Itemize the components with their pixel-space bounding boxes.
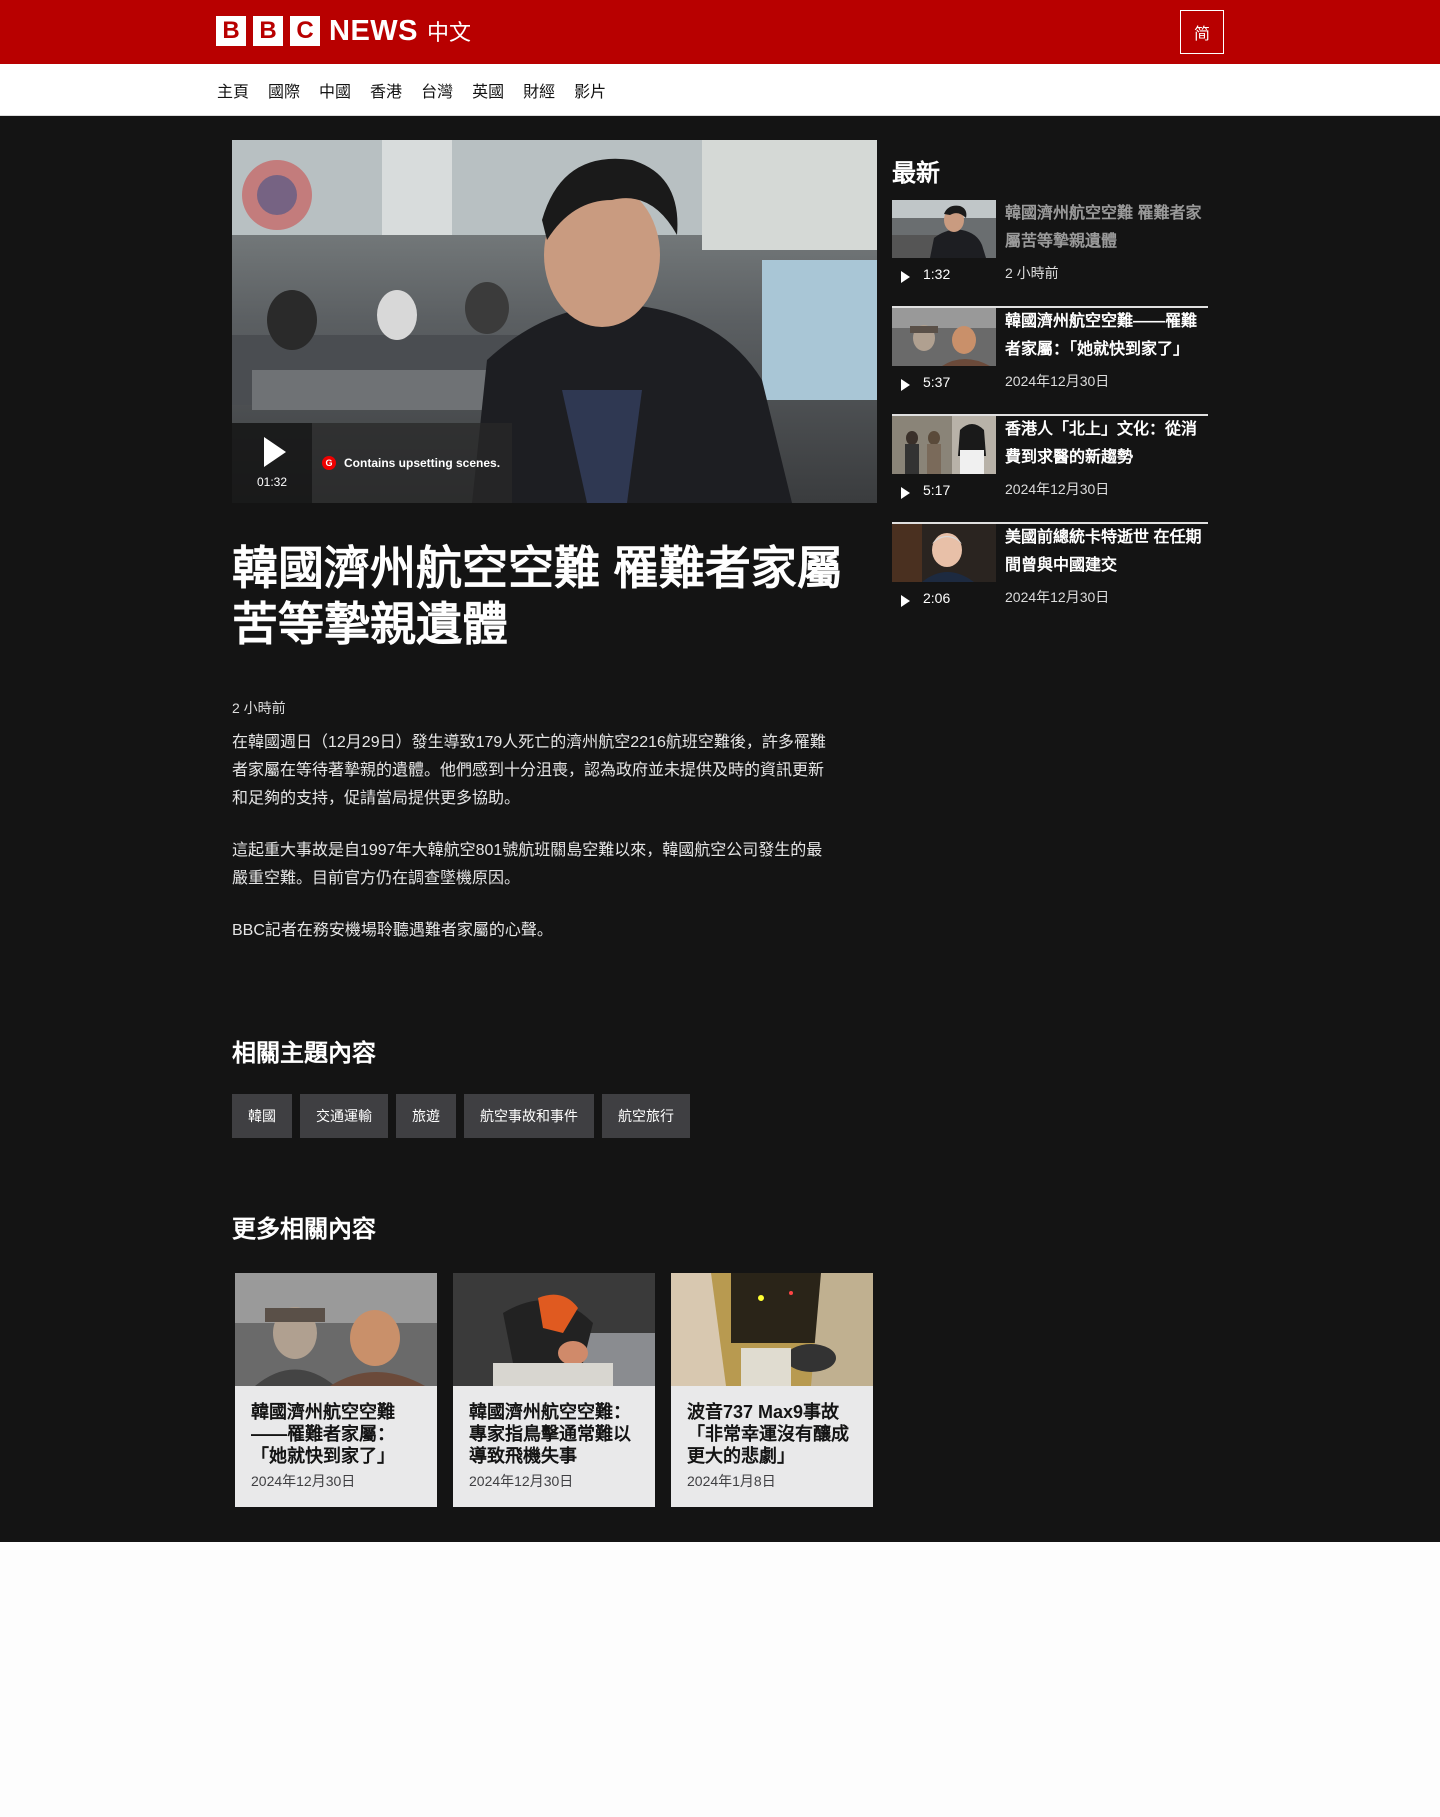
card-thumbnail [671, 1273, 873, 1386]
logo-letter: C [290, 16, 320, 46]
topic-tags: 韓國 交通運輸 旅遊 航空事故和事件 航空旅行 [232, 1094, 698, 1138]
latest-video-item[interactable]: 5:37 韓國濟州航空空難——罹難者家屬：「她就快到家了」 2024年12月30… [892, 308, 1208, 416]
logo-letter: B [253, 16, 283, 46]
card-thumbnail [453, 1273, 655, 1386]
play-icon [901, 379, 910, 391]
video-thumbnail [892, 200, 996, 258]
nav-item[interactable]: 中國 [319, 78, 351, 102]
article-headline: 韓國濟州航空空難 罹難者家屬苦等摯親遺體 [232, 542, 843, 650]
video-duration: 5:37 [923, 374, 951, 390]
latest-video-list: 1:32 韓國濟州航空空難 罹難者家屬苦等摯親遺體 2 小時前 5:37 韓國濟… [892, 200, 1208, 632]
play-icon [901, 487, 910, 499]
video-duration: 1:32 [923, 266, 951, 282]
topic-tag[interactable]: 航空事故和事件 [464, 1094, 594, 1138]
video-title: 美國前總統卡特逝世 在任期間曾與中國建交 [1005, 529, 1202, 574]
latest-video-item[interactable]: 1:32 韓國濟州航空空難 罹難者家屬苦等摯親遺體 2 小時前 [892, 200, 1208, 308]
video-title: 韓國濟州航空空難 罹難者家屬苦等摯親遺體 [1005, 205, 1202, 250]
card-title: 韓國濟州航空空難——罹難者家屬：「她就快到家了」 [251, 1402, 395, 1466]
logo-news-text: NEWS [329, 14, 418, 47]
related-card[interactable]: 韓國濟州航空空難——罹難者家屬：「她就快到家了」 2024年12月30日 [235, 1273, 437, 1507]
related-card[interactable]: 波音737 Max9事故「非常幸運沒有釀成更大的悲劇」 2024年1月8日 [671, 1273, 873, 1507]
topic-tag[interactable]: 韓國 [232, 1094, 292, 1138]
logo-letter: B [216, 16, 246, 46]
video-thumbnail [892, 416, 996, 474]
latest-heading: 最新 [892, 160, 940, 187]
nav-item[interactable]: 財經 [523, 78, 555, 102]
card-date: 2024年1月8日 [687, 1473, 776, 1489]
video-thumbnail [892, 308, 996, 366]
nav-item[interactable]: 影片 [574, 78, 606, 102]
related-topics-heading: 相關主題內容 [232, 1040, 376, 1067]
simplified-chinese-toggle-button[interactable]: 简 [1180, 10, 1224, 54]
play-icon [901, 595, 910, 607]
video-title: 韓國濟州航空空難——罹難者家屬：「她就快到家了」 [1005, 313, 1198, 358]
nav-list: 主頁 國際 中國 香港 台灣 英國 財經 影片 [217, 64, 625, 116]
nav-item[interactable]: 國際 [268, 78, 300, 102]
related-cards: 韓國濟州航空空難——罹難者家屬：「她就快到家了」 2024年12月30日 韓國濟… [235, 1273, 889, 1507]
related-card[interactable]: 韓國濟州航空空難：專家指鳥擊通常難以導致飛機失事 2024年12月30日 [453, 1273, 655, 1507]
main-navigation: 主頁 國際 中國 香港 台灣 英國 財經 影片 [0, 64, 1440, 116]
video-player[interactable]: 01:32 G Contains upsetting scenes. [232, 140, 877, 503]
topic-tag[interactable]: 旅遊 [396, 1094, 456, 1138]
card-title: 韓國濟州航空空難：專家指鳥擊通常難以導致飛機失事 [469, 1402, 631, 1466]
card-date: 2024年12月30日 [251, 1473, 356, 1489]
video-date: 2 小時前 [1005, 265, 1059, 281]
nav-item[interactable]: 主頁 [217, 78, 249, 102]
video-duration: 5:17 [923, 482, 951, 498]
article-paragraph: 在韓國週日（12月29日）發生導致179人死亡的濟州航空2216航班空難後，許多… [232, 734, 826, 807]
guidance-icon: G [322, 456, 336, 470]
bbc-news-logo[interactable]: B B C NEWS 中文 [216, 14, 472, 47]
video-date: 2024年12月30日 [1005, 373, 1110, 389]
video-duration: 01:32 [256, 475, 288, 489]
video-duration: 2:06 [923, 590, 951, 606]
article-timestamp: 2 小時前 [232, 700, 286, 716]
topic-tag[interactable]: 航空旅行 [602, 1094, 690, 1138]
top-banner: B B C NEWS 中文 简 [0, 0, 1440, 64]
nav-item[interactable]: 英國 [472, 78, 504, 102]
latest-video-item[interactable]: 5:17 香港人「北上」文化：從消費到求醫的新趨勢 2024年12月30日 [892, 416, 1208, 524]
topic-tag[interactable]: 交通運輸 [300, 1094, 388, 1138]
video-thumbnail [892, 524, 996, 582]
content-warning: G Contains upsetting scenes. [312, 423, 512, 503]
video-title: 香港人「北上」文化：從消費到求醫的新趨勢 [1005, 421, 1198, 466]
play-icon [264, 437, 286, 467]
video-date: 2024年12月30日 [1005, 481, 1110, 497]
nav-item[interactable]: 香港 [370, 78, 402, 102]
play-icon [901, 271, 910, 283]
play-button[interactable]: 01:32 [232, 423, 312, 503]
nav-item[interactable]: 台灣 [421, 78, 453, 102]
content-warning-text: Contains upsetting scenes. [344, 456, 501, 470]
video-date: 2024年12月30日 [1005, 589, 1110, 605]
logo-chinese-text: 中文 [427, 20, 472, 45]
card-title: 波音737 Max9事故「非常幸運沒有釀成更大的悲劇」 [687, 1402, 849, 1466]
card-date: 2024年12月30日 [469, 1473, 574, 1489]
article-paragraph: BBC記者在務安機場聆聽遇難者家屬的心聲。 [232, 922, 553, 939]
more-related-heading: 更多相關內容 [232, 1216, 376, 1243]
latest-video-item[interactable]: 2:06 美國前總統卡特逝世 在任期間曾與中國建交 2024年12月30日 [892, 524, 1208, 632]
article-paragraph: 這起重大事故是自1997年大韓航空801號航班關島空難以來，韓國航空公司發生的最… [232, 842, 823, 887]
card-thumbnail [235, 1273, 437, 1386]
